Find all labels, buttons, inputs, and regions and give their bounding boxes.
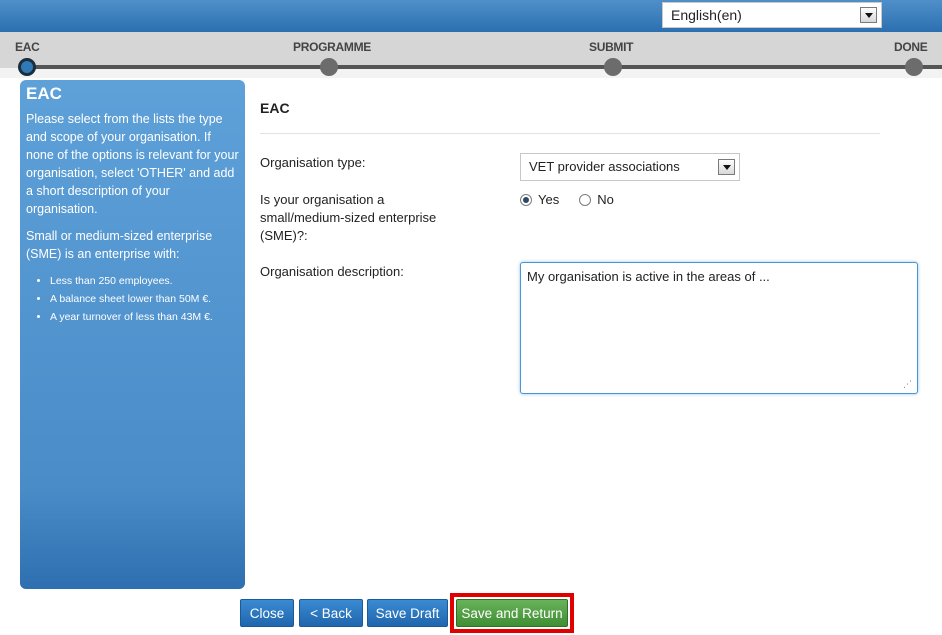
step-label-eac: EAC [15,40,40,54]
sme-no-option[interactable]: No [579,192,614,207]
sme-label: Is your organisation a small/medium-size… [260,192,437,243]
step-label-done: DONE [894,40,928,54]
org-type-select[interactable]: VET provider associations [520,153,740,181]
sidebar-paragraph-2: Small or medium-sized enterprise (SME) i… [26,229,213,261]
resize-grip-icon[interactable]: ⋰ [903,379,913,389]
sme-yes-label: Yes [538,192,560,207]
language-select-value: English(en) [671,7,742,23]
sme-radio-group: Yes No [520,192,614,207]
list-item: A year turnover of less than 43M €. [50,308,240,326]
org-type-label: Organisation type: [260,155,366,170]
page: English(en) EAC PROGRAMME SUBMIT DONE EA… [0,0,942,635]
step-label-submit: SUBMIT [589,40,634,54]
org-type-value: VET provider associations [529,159,680,174]
help-sidebar: EAC Please select from the lists the typ… [20,80,245,589]
divider [260,133,880,134]
description-label: Organisation description: [260,264,404,279]
list-item: A balance sheet lower than 50M €. [50,290,240,308]
sme-criteria-list: Less than 250 employees. A balance sheet… [26,272,240,326]
chevron-down-icon[interactable] [718,159,735,175]
sme-no-radio[interactable] [579,193,592,206]
sme-no-label: No [597,192,614,207]
language-select[interactable]: English(en) [662,2,882,28]
save-draft-button[interactable]: Save Draft [367,599,448,627]
list-item: Less than 250 employees. [50,272,240,290]
sme-yes-option[interactable]: Yes [520,192,559,207]
back-button[interactable]: < Back [299,599,363,627]
step-dot-done [905,58,923,76]
sidebar-paragraph-1: Please select from the lists the type an… [26,112,239,216]
step-dot-programme [320,58,338,76]
section-title: EAC [260,100,290,116]
highlight-box [450,593,574,633]
progress-steps: EAC PROGRAMME SUBMIT DONE [0,32,942,78]
sme-yes-radio[interactable] [520,193,532,206]
description-text: My organisation is active in the areas o… [527,269,770,284]
close-button[interactable]: Close [240,599,294,627]
progress-line [20,65,942,69]
step-label-programme: PROGRAMME [293,40,371,54]
description-textarea[interactable]: My organisation is active in the areas o… [520,262,918,394]
sidebar-title: EAC [26,84,62,103]
step-dot-eac [18,58,36,76]
chevron-down-icon[interactable] [860,7,877,23]
top-bar: English(en) [0,0,942,32]
step-dot-submit [604,58,622,76]
